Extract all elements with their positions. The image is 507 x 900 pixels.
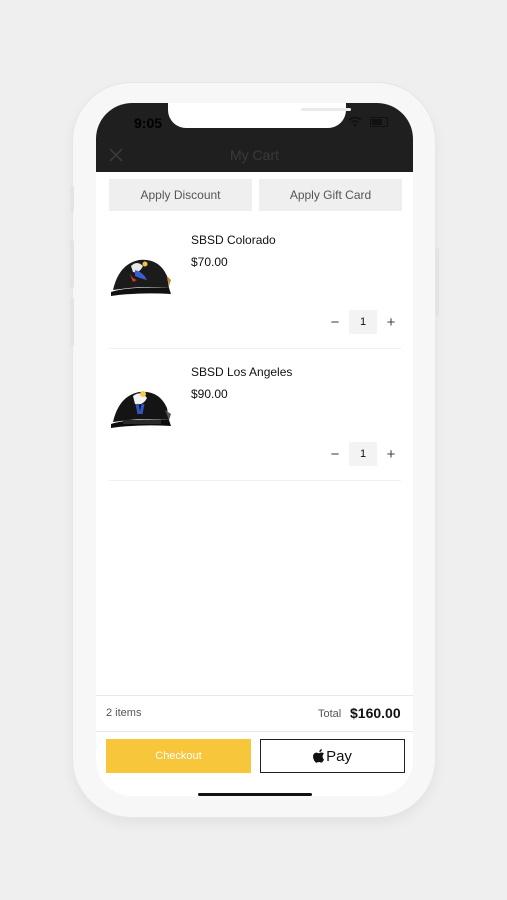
total-label: Total xyxy=(318,708,342,720)
cart-item: SBSD Los Angeles $90.00 − 1 + xyxy=(109,352,401,481)
quantity-value: 1 xyxy=(349,442,377,466)
battery-icon xyxy=(370,117,388,127)
wifi-icon xyxy=(348,116,362,127)
top-bar: 9:05 My Cart xyxy=(96,103,413,172)
apple-pay-button[interactable]: Pay xyxy=(260,739,405,773)
speaker xyxy=(301,108,351,111)
apply-discount-button[interactable]: Apply Discount xyxy=(109,179,252,211)
apple-logo-icon xyxy=(313,749,325,763)
product-name[interactable]: SBSD Los Angeles xyxy=(191,365,292,379)
side-button xyxy=(70,240,74,288)
increase-quantity-button[interactable]: + xyxy=(381,310,401,334)
checkout-button[interactable]: Checkout xyxy=(106,739,251,773)
decrease-quantity-button[interactable]: − xyxy=(325,442,345,466)
product-price: $70.00 xyxy=(191,255,228,269)
total-value: $160.00 xyxy=(350,705,401,721)
apple-pay-label: Pay xyxy=(326,747,352,765)
cart-list: SBSD Colorado $70.00 − 1 + SBSD Los Ange… xyxy=(96,220,413,695)
product-name[interactable]: SBSD Colorado xyxy=(191,233,276,247)
quantity-stepper: − 1 + xyxy=(325,310,401,334)
product-price: $90.00 xyxy=(191,387,228,401)
cart-actions: Apply Discount Apply Gift Card xyxy=(96,172,413,220)
home-indicator[interactable] xyxy=(198,793,312,796)
page-title: My Cart xyxy=(230,147,279,163)
side-button xyxy=(435,248,439,316)
quantity-stepper: − 1 + xyxy=(325,442,401,466)
notch xyxy=(168,103,351,128)
status-time: 9:05 xyxy=(134,115,163,131)
item-count: 2 items xyxy=(106,707,142,719)
decrease-quantity-button[interactable]: − xyxy=(325,310,345,334)
screen: 9:05 My Cart Apply Discount Apply Gift C… xyxy=(96,103,413,796)
quantity-value: 1 xyxy=(349,310,377,334)
side-button xyxy=(70,298,74,346)
product-image-cap-los-angeles[interactable] xyxy=(109,374,175,434)
increase-quantity-button[interactable]: + xyxy=(381,442,401,466)
apply-gift-card-button[interactable]: Apply Gift Card xyxy=(259,179,402,211)
cart-summary: 2 items Total $160.00 xyxy=(96,695,413,732)
product-image-cap-colorado[interactable] xyxy=(109,242,175,302)
cart-item: SBSD Colorado $70.00 − 1 + xyxy=(109,220,401,349)
side-button xyxy=(70,186,74,212)
